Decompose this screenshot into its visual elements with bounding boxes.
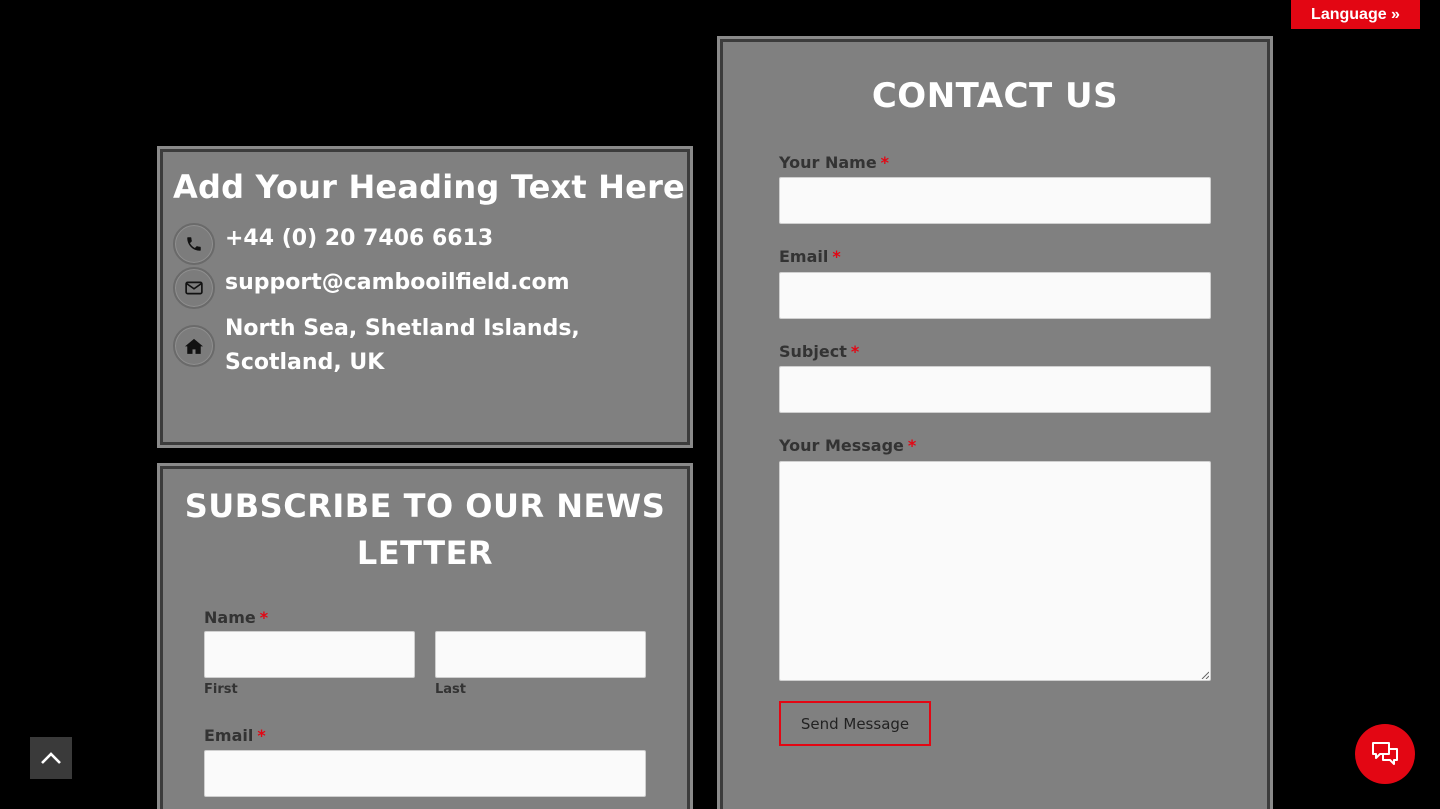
newsletter-last-name-input[interactable] (435, 631, 646, 678)
phone-row: +44 (0) 20 7406 6613 (173, 223, 493, 265)
contact-info-panel: Add Your Heading Text Here +44 (0) 20 74… (157, 146, 693, 448)
envelope-icon (173, 267, 215, 309)
newsletter-panel: SUBSCRIBE TO OUR NEWS LETTER Name * First… (157, 463, 693, 809)
contact-email-label: Email * (779, 247, 841, 266)
chat-bubbles-icon (1372, 742, 1398, 765)
home-icon (173, 325, 215, 367)
subject-label: Subject * (779, 342, 860, 361)
resize-handle-icon[interactable] (1201, 671, 1209, 679)
newsletter-name-label: Name * (204, 608, 269, 627)
email-address[interactable]: support@cambooilfield.com (225, 266, 570, 300)
contact-info-heading: Add Your Heading Text Here (173, 168, 685, 206)
contact-email-input[interactable] (779, 272, 1211, 319)
phone-icon (173, 223, 215, 265)
last-sublabel: Last (435, 682, 467, 697)
your-name-label: Your Name * (779, 153, 890, 172)
message-label: Your Message * (779, 436, 917, 455)
chat-button[interactable] (1355, 724, 1415, 784)
send-message-button[interactable]: Send Message (779, 701, 931, 746)
address-line-2: Scotland, UK (225, 350, 385, 375)
your-name-input[interactable] (779, 177, 1211, 224)
newsletter-email-input[interactable] (204, 750, 646, 797)
email-row: support@cambooilfield.com (173, 267, 570, 309)
newsletter-first-name-input[interactable] (204, 631, 415, 678)
contact-form-heading: CONTACT US (871, 76, 1119, 116)
address-row: North Sea, Shetland Islands, Scotland, U… (173, 312, 580, 380)
chevron-up-icon (41, 752, 61, 764)
newsletter-heading-line-1: SUBSCRIBE TO OUR NEWS (184, 487, 666, 525)
language-button[interactable]: Language » (1291, 0, 1420, 29)
message-textarea[interactable] (779, 461, 1211, 681)
first-sublabel: First (204, 682, 238, 697)
newsletter-email-label: Email * (204, 726, 266, 745)
address: North Sea, Shetland Islands, Scotland, U… (225, 312, 580, 380)
contact-form-panel: CONTACT US Your Name * Email * Subject * Yo… (717, 36, 1273, 809)
address-line-1: North Sea, Shetland Islands, (225, 316, 580, 341)
scroll-to-top-button[interactable] (30, 737, 72, 779)
phone-number[interactable]: +44 (0) 20 7406 6613 (225, 222, 493, 256)
newsletter-heading-line-2: LETTER (356, 534, 494, 572)
page: Language » Add Your Heading Text Here +4… (0, 0, 1440, 809)
subject-input[interactable] (779, 366, 1211, 413)
newsletter-heading: SUBSCRIBE TO OUR NEWS LETTER (163, 483, 687, 577)
